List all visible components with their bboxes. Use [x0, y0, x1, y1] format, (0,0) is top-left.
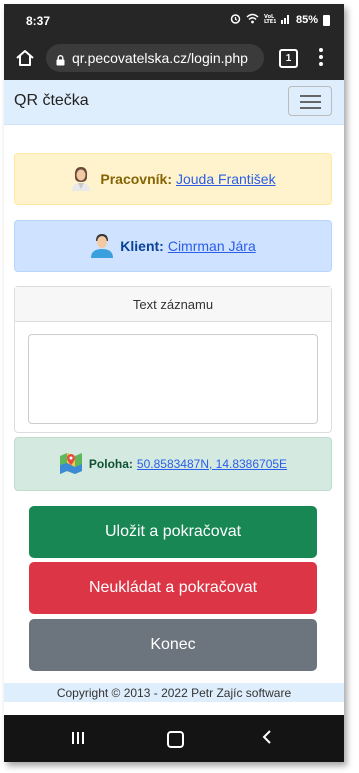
browser-toolbar: qr.pecovatelska.cz/login.php 1: [4, 36, 344, 80]
client-avatar-icon: [90, 232, 114, 261]
address-bar[interactable]: qr.pecovatelska.cz/login.php: [46, 44, 264, 72]
record-textarea[interactable]: [28, 334, 318, 424]
worker-name-link[interactable]: Jouda František: [176, 171, 276, 187]
worker-alert: Pracovník: Jouda František: [14, 153, 332, 205]
client-name-link[interactable]: Cimrman Jára: [168, 238, 256, 254]
map-icon: [59, 451, 83, 478]
battery-percent: 85%: [295, 14, 318, 26]
wifi-icon: [246, 13, 259, 27]
url-text: qr.pecovatelska.cz/login.php: [72, 50, 248, 66]
phone-screen: 8:37 VoL LTE1 85% qr.pecovatelska.cz/log…: [4, 4, 344, 762]
location-label: Poloha:: [88, 457, 133, 471]
location-alert: Poloha: 50.8583487N, 14.8386705E: [14, 437, 332, 491]
tabs-button[interactable]: 1: [279, 49, 298, 68]
recents-icon[interactable]: [72, 731, 87, 749]
client-label: Klient:: [120, 238, 164, 254]
footer: Copyright © 2013 - 2022 Petr Zajíc softw…: [4, 683, 344, 702]
record-card: Text záznamu: [14, 286, 332, 433]
status-icons: VoL LTE1 85%: [230, 13, 330, 27]
home-icon[interactable]: [14, 47, 36, 69]
end-button[interactable]: Konec: [29, 619, 317, 671]
worker-avatar-icon: [70, 165, 92, 194]
signal-icon: [280, 13, 291, 27]
navbar-brand[interactable]: QR čtečka: [14, 92, 89, 110]
save-continue-button[interactable]: Uložit a pokračovat: [29, 506, 317, 558]
home-nav-icon[interactable]: [167, 731, 184, 748]
back-icon[interactable]: [262, 729, 272, 745]
volte-icon: VoL LTE1: [264, 13, 277, 27]
battery-icon: [323, 14, 330, 26]
lock-icon: [56, 53, 65, 65]
status-time: 8:37: [26, 14, 51, 28]
svg-text:LTE1: LTE1: [264, 19, 276, 24]
browser-menu-icon[interactable]: [319, 48, 323, 69]
status-bar: 8:37 VoL LTE1 85%: [4, 4, 344, 36]
worker-label: Pracovník:: [100, 171, 172, 187]
navbar-toggler-button[interactable]: [288, 86, 332, 116]
hamburger-icon: [300, 95, 321, 97]
record-card-header: Text záznamu: [15, 287, 331, 322]
location-link[interactable]: 50.8583487N, 14.8386705E: [137, 457, 287, 471]
android-nav-bar: [4, 715, 344, 762]
client-alert: Klient: Cimrman Jára: [14, 220, 332, 272]
nosave-continue-button[interactable]: Neukládat a pokračovat: [29, 562, 317, 614]
alarm-icon: [230, 13, 241, 27]
app-navbar: QR čtečka: [4, 80, 344, 125]
